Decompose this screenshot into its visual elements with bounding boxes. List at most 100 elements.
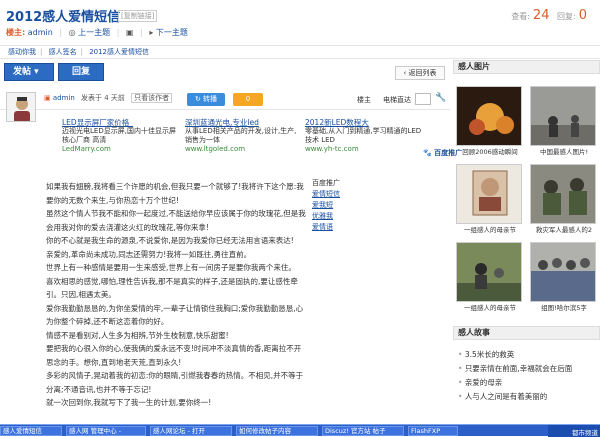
ad-title[interactable]: 深圳蓝通光电,专业led — [185, 118, 303, 127]
user-avatar-icon — [14, 97, 30, 121]
breadcrumb-item[interactable]: 感动你我 — [8, 48, 36, 56]
content-line: 多彩的风情子,晃动着我的初恋:你的眼睛,引燃我春春的热情。不相见,并不等于分离;… — [46, 371, 304, 394]
copy-link-button[interactable]: [复制链接] — [118, 10, 158, 22]
taskbar-item[interactable]: 感人网 管理中心 - — [66, 426, 146, 436]
content-line: 爱你我勤勤恳恳的,为你坐爱情的牢,一辈子让情锁住我胸口;爱你我勤勤恳恳,心为你整… — [46, 303, 304, 327]
ad-body: 迈视光电LED显示屏,国内十佳显示屏核心厂商 高清 — [62, 127, 176, 144]
prev-arrow-icon: ◎ — [68, 28, 76, 37]
user-icon: ▣ — [44, 94, 51, 102]
content-line: 世界上有一种感情是要用一生来感受,世界上有一间房子是要你我两个来住。 — [46, 263, 296, 272]
thumb-item[interactable]: 回顾2006感动瞬间 — [456, 86, 524, 156]
taskbar-item[interactable]: FlashFXP — [408, 426, 458, 436]
content-line: 亲爱的,革命尚未成功,同志还需努力!我将一如既往,勇往直前。 — [46, 249, 252, 259]
taskbar-item[interactable]: Discuz! 官方站 帖子 — [322, 426, 404, 436]
breadcrumb-item[interactable]: 感人签名 — [49, 48, 77, 56]
thread-title: 2012感人爱情短信 — [6, 10, 121, 25]
taskbar-item[interactable]: 感人网论坛 - 打开 — [150, 426, 232, 436]
floor-label: 楼主 — [357, 96, 371, 104]
ad-url[interactable]: LedMarry.com — [62, 145, 180, 154]
thumb-caption[interactable]: 救灾军人最感人的2 — [530, 224, 598, 234]
only-author-link[interactable]: 只看该作者 — [131, 93, 173, 103]
thread-header: 2012感人爱情短信 [复制链接] 查看: 24 回复: 0 楼主: admin |… — [0, 0, 600, 46]
share-icon: ↻ — [194, 95, 201, 103]
thumb-item[interactable]: 中国最感人图片! — [530, 86, 598, 156]
views-label: 查看: — [511, 12, 530, 21]
content-line: 虽然这个情人节我不能和你一起度过,不能送给你早应该属于你的玫瑰花,但是我会用我对… — [46, 209, 306, 232]
thumb-item[interactable]: 一组感人的母亲节 — [456, 242, 524, 312]
wrench-icon[interactable]: 🔧 — [435, 93, 446, 103]
print-icon[interactable]: ▣ — [126, 28, 134, 37]
ad-block[interactable]: 2012新LED数程大 零基础,从入门到精通,学习精通的LED技术 LED ww… — [305, 118, 423, 154]
ad-title[interactable]: LED显示屏厂家价格_ — [62, 118, 180, 127]
author-label: 楼主: — [6, 28, 26, 37]
content-line: 你的不心就是我生命的源泉,不说爱你,是因为我爱你已经无法用言语来表达! — [46, 236, 294, 245]
ad-title[interactable]: 2012新LED数程大 — [305, 118, 423, 127]
side-ad-list: 百度推广 爱情短信 爱我短 优雅我 爱情语 — [312, 178, 362, 233]
story-heading: 感人故事 — [453, 326, 600, 340]
prev-topic-link[interactable]: 上一主题 — [78, 28, 110, 37]
taskbar-item[interactable]: 如何修改帖子内容 — [236, 426, 318, 436]
side-ad-heading: 百度推广 — [312, 179, 340, 187]
thumb-caption[interactable]: 一组感人的母亲节 — [456, 224, 524, 234]
thumb-caption[interactable]: 回顾2006感动瞬间 — [456, 146, 524, 156]
breadcrumb: 感动你我 | 感人签名 | 2012感人爱情短信 — [0, 45, 600, 59]
post-content: 如果我有翅膀,我将看三个许愿的机会,但我只要一个就够了!我将许下这个愿:我要你的… — [46, 180, 308, 410]
ad-block[interactable]: 深圳蓝通光电,专业led 从事LED相关产品的开发,设计,生产,销售为一体 ww… — [185, 118, 303, 154]
thumb-item[interactable]: 救灾军人最感人的2 — [530, 164, 598, 234]
floor-jump: 电梯直达 — [383, 96, 411, 104]
story-link[interactable]: 亲爱的母亲 — [458, 376, 600, 390]
thumb-image[interactable] — [456, 164, 522, 224]
new-post-button[interactable]: 发帖 ▾ — [4, 63, 54, 81]
ad-url[interactable]: www.ltgoled.com — [185, 145, 303, 154]
ad-url[interactable]: www.yh-tc.com — [305, 145, 423, 154]
taskbar: 感人爱情短信 感人网 管理中心 - 感人网论坛 - 打开 如何修改帖子内容 Di… — [0, 424, 600, 437]
thumb-item[interactable]: 组图!哈尔滨5字 — [530, 242, 598, 312]
thumb-image[interactable] — [456, 242, 522, 302]
breadcrumb-item[interactable]: 2012感人爱情短信 — [89, 48, 149, 56]
side-ad-link[interactable]: 爱情语 — [312, 222, 362, 233]
side-ad-link[interactable]: 爱情短信 — [312, 189, 362, 200]
avatar[interactable] — [6, 92, 36, 122]
content-line: 如果我有翅膀,我将看三个许愿的机会,但我只要一个就够了!我将许下这个愿:我要你的… — [46, 182, 304, 205]
reply-button[interactable]: 回复 — [58, 63, 104, 81]
next-topic-link[interactable]: 下一主题 — [156, 28, 188, 37]
thumb-caption[interactable]: 中国最感人图片! — [530, 146, 598, 156]
system-tray: 都市频道 — [548, 425, 600, 437]
thumb-image[interactable] — [530, 86, 596, 146]
story-link[interactable]: 只要亲情在前面,幸福就会在后面 — [458, 362, 600, 376]
ad-body: 零基础,从入门到精通,学习精通的LED技术 LED — [305, 127, 422, 144]
paw-icon: 🐾 — [423, 149, 432, 157]
ad-block[interactable]: LED显示屏厂家价格_ 迈视光电LED显示屏,国内十佳显示屏核心厂商 高清 Le… — [62, 118, 180, 154]
replies-label: 回复: — [557, 12, 576, 21]
thumb-image[interactable] — [530, 242, 596, 302]
thumb-caption[interactable]: 一组感人的母亲节 — [456, 302, 524, 312]
thread-author-link[interactable]: admin — [28, 28, 53, 37]
floor-jump-input[interactable] — [415, 93, 431, 105]
story-link[interactable]: 人与人之间是有着美丽的 — [458, 390, 600, 404]
share-button[interactable]: ↻ 转播 — [187, 93, 225, 106]
ad-body: 从事LED相关产品的开发,设计,生产,销售为一体 — [185, 127, 297, 144]
back-to-list-button[interactable]: ‹ 返回列表 — [395, 66, 445, 80]
content-line: 喜欢相思的感觉,哪怕,理性告诉我,那不是真实的样子,还是固执的,要让感性牵引。只… — [46, 276, 298, 300]
story-link[interactable]: 3.5米长的救英 — [458, 348, 600, 362]
post-author-link[interactable]: admin — [53, 94, 75, 102]
thumb-caption[interactable]: 组图!哈尔滨5字 — [530, 302, 598, 312]
replies-count: 0 — [578, 8, 587, 23]
sidebar-pics: 感人图片 — [453, 60, 600, 74]
side-ad-link[interactable]: 爱我短 — [312, 200, 362, 211]
pics-heading: 感人图片 — [453, 60, 600, 74]
thumb-image[interactable] — [456, 86, 522, 146]
story-list: 3.5米长的救英 只要亲情在前面,幸福就会在后面 亲爱的母亲 人与人之间是有着美… — [458, 348, 600, 404]
content-line: 要把我的心很入你的心,使我俩的爱永远不变!时间冲不淡真情的香,距离拉不开思念的手… — [46, 344, 302, 367]
story-section: 感人故事 — [453, 326, 600, 340]
share-count-badge: 0 — [233, 93, 263, 106]
side-ad-link[interactable]: 优雅我 — [312, 211, 362, 222]
content-line: 情感不是看别对,人生多为相辨,节外生枝制意,快乐甜蜜! — [46, 330, 229, 340]
thumb-image[interactable] — [530, 164, 596, 224]
content-line: 就一次回到你,我就写下了我一生的计划,要你终一! — [46, 398, 212, 407]
thumb-item[interactable]: 一组感人的母亲节 — [456, 164, 524, 234]
post-date: 发表于 4 天前 — [81, 94, 125, 102]
views-count: 24 — [532, 8, 550, 23]
post-info: ▣ admin 发表于 4 天前 只看该作者 — [44, 93, 173, 103]
taskbar-item[interactable]: 感人爱情短信 — [0, 426, 62, 436]
